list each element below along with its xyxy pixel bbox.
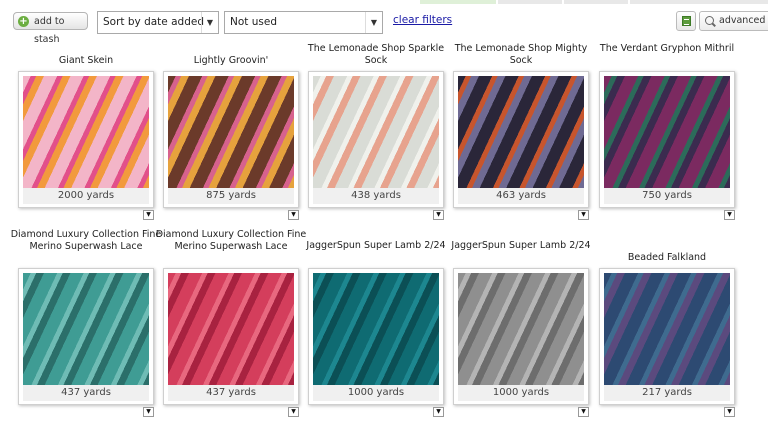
top-tab-strip [0, 0, 768, 4]
yarn-title: Lightly Groovin' [193, 55, 269, 66]
yarn-title: The Lemonade Shop Mighty Sock [454, 43, 588, 66]
add-to-stash-label: add to stash [34, 16, 65, 45]
yardage-label: 217 yards [604, 385, 730, 401]
yarn-photo [604, 273, 730, 385]
yarn-photo [458, 76, 584, 188]
yarn-photo [168, 273, 294, 385]
stash-card[interactable]: 438 yards [308, 71, 444, 208]
yardage-label: 437 yards [168, 385, 294, 401]
yarn-title: JaggerSpun Super Lamb 2/24 [451, 240, 591, 251]
card-menu-arrow-icon[interactable]: ▼ [724, 210, 735, 220]
stash-card[interactable]: 1000 yards [308, 268, 444, 405]
stash-card[interactable]: 437 yards [18, 268, 154, 405]
sort-selected-value: Sort by date added [103, 16, 204, 28]
sort-select[interactable]: Sort by date added ▼ [97, 11, 219, 34]
yarn-title: Beaded Falkland [627, 252, 707, 263]
yarn-photo [23, 76, 149, 188]
card-menu-arrow-icon[interactable]: ▼ [433, 210, 444, 220]
yarn-photo [604, 76, 730, 188]
filter-select[interactable]: Not used ▼ [224, 11, 383, 34]
card-menu-arrow-icon[interactable]: ▼ [724, 407, 735, 417]
yarn-title: The Verdant Gryphon Mithril [599, 43, 735, 54]
yardage-label: 437 yards [23, 385, 149, 401]
stash-card[interactable]: 217 yards [599, 268, 735, 405]
export-spreadsheet-button[interactable] [676, 11, 696, 31]
stash-toolbar: + add to stash Sort by date added ▼ Not … [0, 8, 768, 45]
clear-filters-link[interactable]: clear filters [393, 14, 452, 26]
yarn-title: JaggerSpun Super Lamb 2/24 [306, 240, 446, 251]
card-menu-arrow-icon[interactable]: ▼ [143, 210, 154, 220]
yarn-photo [313, 76, 439, 188]
stash-card[interactable]: 463 yards [453, 71, 589, 208]
card-menu-arrow-icon[interactable]: ▼ [288, 407, 299, 417]
stash-card[interactable]: 875 yards [163, 71, 299, 208]
yarn-photo [458, 273, 584, 385]
yarn-title: Giant Skein [58, 55, 114, 66]
card-menu-arrow-icon[interactable]: ▼ [288, 210, 299, 220]
yardage-label: 463 yards [458, 188, 584, 204]
card-menu-arrow-icon[interactable]: ▼ [433, 407, 444, 417]
yarn-photo [313, 273, 439, 385]
card-menu-arrow-icon[interactable]: ▼ [578, 210, 589, 220]
advanced-search-label: advanced search [719, 15, 768, 26]
yarn-photo [23, 273, 149, 385]
stash-card[interactable]: 437 yards [163, 268, 299, 405]
plus-circle-icon: + [18, 16, 29, 27]
yarn-photo [168, 76, 294, 188]
spreadsheet-icon [682, 16, 691, 26]
yarn-title: Diamond Luxury Collection Fine Merino Su… [155, 229, 307, 252]
yarn-title: Diamond Luxury Collection Fine Merino Su… [10, 229, 162, 252]
yardage-label: 1000 yards [458, 385, 584, 401]
yardage-label: 750 yards [604, 188, 730, 204]
yardage-label: 1000 yards [313, 385, 439, 401]
search-icon [705, 16, 714, 25]
yardage-label: 875 yards [168, 188, 294, 204]
yardage-label: 2000 yards [23, 188, 149, 204]
card-menu-arrow-icon[interactable]: ▼ [578, 407, 589, 417]
card-menu-arrow-icon[interactable]: ▼ [143, 407, 154, 417]
yarn-title: The Lemonade Shop Sparkle Sock [307, 43, 445, 66]
chevron-down-icon: ▼ [365, 12, 382, 33]
chevron-down-icon: ▼ [201, 12, 218, 33]
yardage-label: 438 yards [313, 188, 439, 204]
advanced-search-button[interactable]: advanced search [699, 11, 768, 31]
add-to-stash-button[interactable]: + add to stash [13, 12, 88, 45]
stash-card[interactable]: 2000 yards [18, 71, 154, 208]
stash-card[interactable]: 750 yards [599, 71, 735, 208]
stash-card[interactable]: 1000 yards [453, 268, 589, 405]
filter-selected-value: Not used [230, 16, 277, 28]
